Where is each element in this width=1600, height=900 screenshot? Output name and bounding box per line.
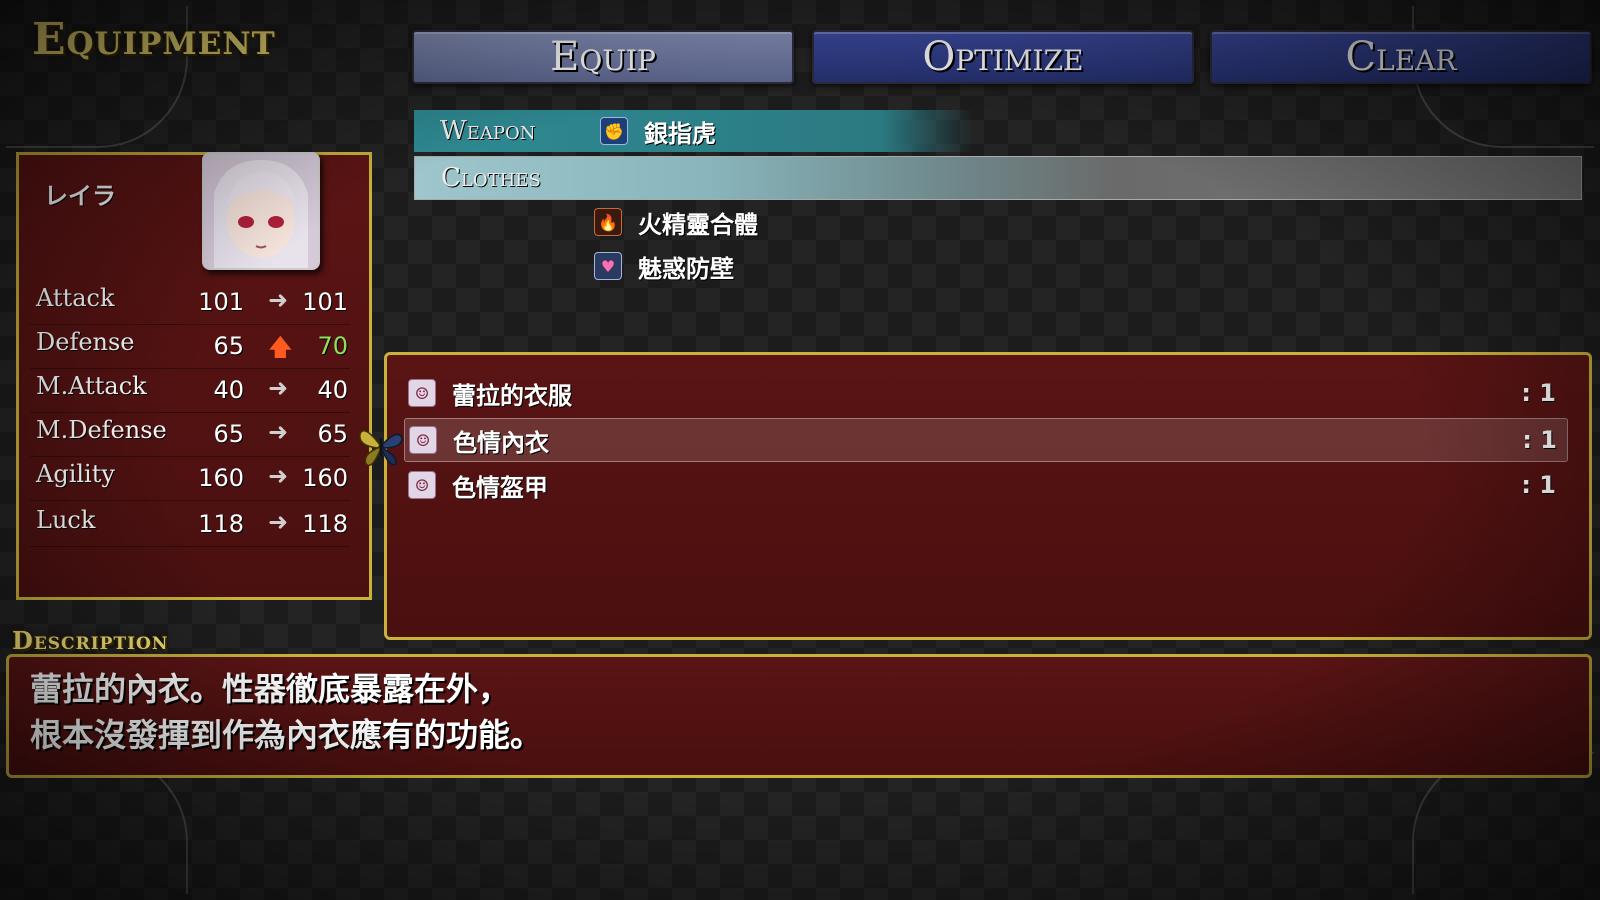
slot-clothes[interactable]: Clothes bbox=[414, 156, 1582, 200]
stat-row-mdefense: M.Defense 65 ➜ 65 bbox=[30, 416, 350, 457]
heart-icon: ♥ bbox=[594, 252, 622, 280]
stat-old-value: 65 bbox=[213, 332, 244, 360]
slot-item-name: 銀指虎 bbox=[644, 119, 716, 148]
stat-row-defense: Defense 65 🡅 70 bbox=[30, 328, 350, 369]
screen-title: Equipment bbox=[32, 14, 276, 65]
slot-accessory-1[interactable]: 🔥 火精靈合體 bbox=[594, 204, 758, 240]
portrait-art bbox=[204, 154, 318, 268]
equip-button[interactable]: Equip bbox=[412, 30, 794, 84]
description-line-2: 根本沒發揮到作為內衣應有的功能。 bbox=[30, 716, 543, 754]
stat-new-value: 101 bbox=[302, 288, 348, 316]
item-count: : 1 bbox=[1521, 471, 1556, 499]
stat-row-attack: Attack 101 ➜ 101 bbox=[30, 284, 350, 325]
stat-old-value: 101 bbox=[198, 288, 244, 316]
list-item[interactable]: ☺ 色情盔甲 : 1 bbox=[404, 464, 1566, 506]
item-count: : 1 bbox=[1521, 379, 1556, 407]
fire-icon: 🔥 bbox=[594, 208, 622, 236]
stat-new-value: 160 bbox=[302, 464, 348, 492]
mask-icon: ☺ bbox=[408, 471, 436, 499]
stat-row-mattack: M.Attack 40 ➜ 40 bbox=[30, 372, 350, 413]
stat-name: M.Defense bbox=[36, 416, 167, 444]
description-line-1: 蕾拉的內衣。性器徹底暴露在外， bbox=[30, 670, 511, 708]
slot-weapon[interactable]: Weapon ✊ 銀指虎 bbox=[414, 110, 1580, 152]
stat-row-luck: Luck 118 ➜ 118 bbox=[30, 506, 350, 547]
actor-name: レイラ bbox=[44, 182, 116, 210]
slot-label: Clothes bbox=[441, 163, 541, 193]
item-count: : 1 bbox=[1522, 426, 1557, 454]
stat-name: Agility bbox=[36, 460, 115, 488]
mask-icon: ☺ bbox=[408, 379, 436, 407]
stat-new-value: 70 bbox=[317, 332, 348, 360]
stat-old-value: 118 bbox=[198, 510, 244, 538]
stat-new-value: 118 bbox=[302, 510, 348, 538]
item-name: 蕾拉的衣服 bbox=[452, 381, 572, 410]
stat-name: Defense bbox=[36, 328, 135, 356]
mask-icon: ☺ bbox=[409, 426, 437, 454]
stat-new-value: 65 bbox=[317, 420, 348, 448]
stat-new-value: 40 bbox=[317, 376, 348, 404]
butterfly-cursor-icon bbox=[359, 430, 403, 467]
list-item-selected[interactable]: ☺ 色情內衣 : 1 bbox=[404, 418, 1568, 462]
slot-item-name: 火精靈合體 bbox=[638, 210, 758, 239]
stat-name: M.Attack bbox=[36, 372, 147, 400]
stat-old-value: 40 bbox=[213, 376, 244, 404]
stat-old-value: 160 bbox=[198, 464, 244, 492]
slot-label: Weapon bbox=[440, 116, 536, 146]
fist-icon: ✊ bbox=[600, 117, 628, 145]
actor-portrait bbox=[202, 152, 320, 270]
optimize-button[interactable]: Optimize bbox=[812, 30, 1194, 84]
stat-name: Attack bbox=[36, 284, 115, 312]
stat-row-agility: Agility 160 ➜ 160 bbox=[30, 460, 350, 501]
slot-item-name: 魅惑防壁 bbox=[638, 254, 734, 283]
description-title: Description bbox=[12, 626, 169, 655]
stat-name: Luck bbox=[36, 506, 96, 534]
item-name: 色情盔甲 bbox=[452, 473, 548, 502]
stat-old-value: 65 bbox=[213, 420, 244, 448]
slot-accessory-2[interactable]: ♥ 魅惑防壁 bbox=[594, 248, 734, 284]
item-name: 色情內衣 bbox=[453, 428, 549, 457]
clear-button[interactable]: Clear bbox=[1210, 30, 1592, 84]
list-item[interactable]: ☺ 蕾拉的衣服 : 1 bbox=[404, 372, 1566, 414]
